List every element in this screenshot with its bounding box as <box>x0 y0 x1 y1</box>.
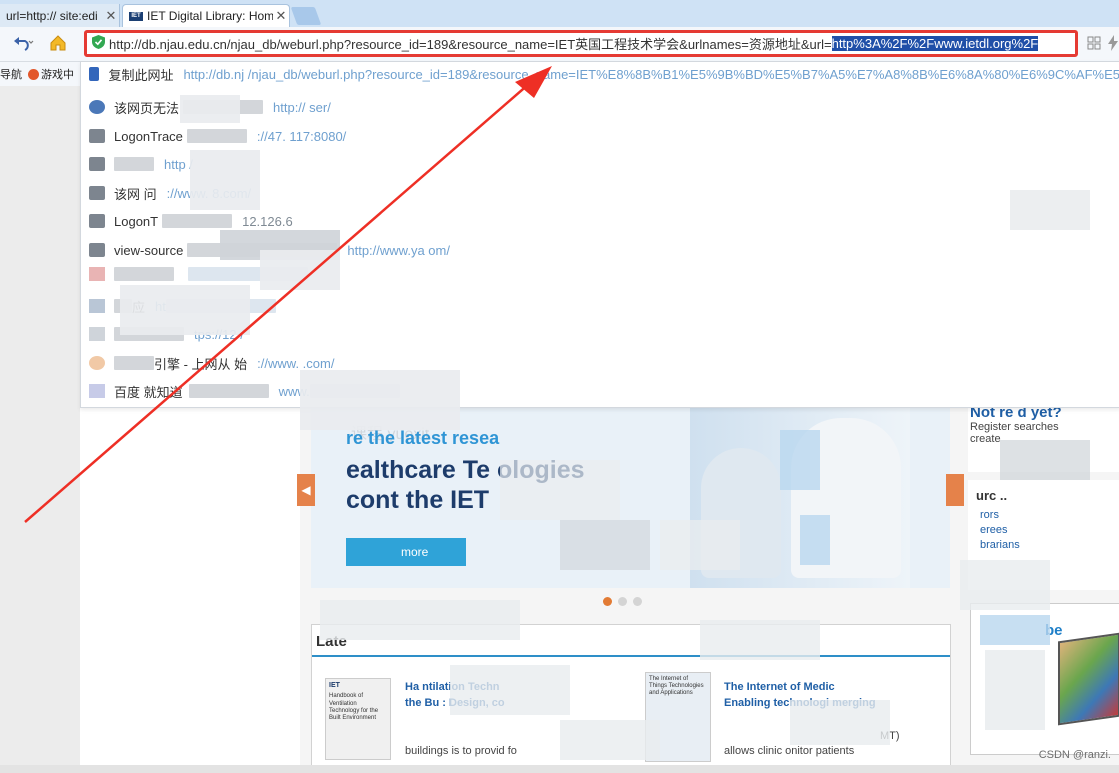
article-description: buildings is to provid fo <box>405 745 517 757</box>
back-icon[interactable] <box>10 33 38 53</box>
cube-graphic <box>1058 632 1119 726</box>
copy-url-value: http://db.nj /njau_db/weburl.php?resourc… <box>183 66 1119 82</box>
register-text: Register searches <box>970 421 1059 433</box>
site-icon <box>89 267 105 281</box>
suggestion-item[interactable] <box>81 262 1119 286</box>
latest-divider <box>312 655 950 657</box>
close-icon[interactable]: ✕ <box>273 8 289 24</box>
carousel-dot[interactable] <box>603 597 612 606</box>
game-icon <box>28 68 39 80</box>
bookmarks-bar: 导航 游戏中 <box>0 62 80 86</box>
copy-url-label: 复制此网址 <box>108 67 174 83</box>
tab-label: url=http:// site:edi <box>6 8 98 23</box>
left-margin <box>0 86 80 766</box>
banner-line-1: re the latest resea <box>346 428 500 448</box>
more-button[interactable]: more <box>346 538 466 566</box>
close-icon[interactable]: ✕ <box>103 8 119 24</box>
search-engine-icon <box>89 356 105 370</box>
book-caption: Handbook of Ventilation Technology for t… <box>329 693 379 721</box>
address-bar[interactable]: http://db.njau.edu.cn/njau_db/weburl.php… <box>84 30 1078 57</box>
site-icon <box>89 299 105 313</box>
book-caption: The Internet of Things Technologies and … <box>649 676 704 697</box>
suggestion-item[interactable]: 引擎 - 上网从 始 ://www. .com/ <box>81 351 1119 375</box>
history-page-icon <box>89 186 105 200</box>
suggestion-item[interactable]: LogonTrace ://47. 117:8080/ <box>81 124 1119 148</box>
article-title[interactable]: The Internet of Medic <box>724 679 835 695</box>
carousel-prev-button[interactable]: ◀ <box>297 474 315 506</box>
tab-iet-digital-library[interactable]: IET IET Digital Library: Hom ✕ <box>122 4 290 27</box>
carousel-dot[interactable] <box>618 597 627 606</box>
book-cover[interactable]: IET Handbook of Ventilation Technology f… <box>325 678 391 760</box>
copy-icon <box>89 67 100 81</box>
site-icon <box>89 327 105 341</box>
grid-icon[interactable] <box>1085 33 1103 53</box>
home-icon[interactable] <box>46 33 70 53</box>
history-page-icon <box>89 129 105 143</box>
iet-favicon-icon: IET <box>129 11 143 21</box>
bookmark-nav[interactable]: 导航 <box>0 66 22 82</box>
tab-search[interactable]: url=http:// site:edi ✕ <box>0 4 120 27</box>
copy-url-row[interactable]: 复制此网址 http://db.nj /njau_db/weburl.php?r… <box>81 62 1119 86</box>
tab-strip: url=http:// site:edi ✕ IET IET Digital L… <box>0 0 1119 27</box>
resource-link-authors[interactable]: rors <box>980 509 1119 521</box>
address-selected-text: http%3A%2F%2Fwww.ietdl.org%2F <box>831 36 1039 51</box>
history-page-icon <box>89 214 105 228</box>
resource-link-librarians[interactable]: brarians <box>980 539 1119 551</box>
carousel-dot[interactable] <box>633 597 642 606</box>
watermark: CSDN @ranzi. <box>1038 749 1111 761</box>
history-page-icon <box>89 243 105 257</box>
resources-heading: urc .. <box>976 488 1008 503</box>
address-text: http://db.njau.edu.cn/njau_db/weburl.php… <box>109 37 832 52</box>
bookmark-games[interactable]: 游戏中 <box>28 66 74 82</box>
article-description: allows clinic onitor patients <box>724 745 855 757</box>
new-tab-button[interactable] <box>290 7 322 25</box>
status-bar <box>0 765 1119 773</box>
baidu-icon <box>89 384 105 398</box>
shield-icon <box>87 35 109 52</box>
history-page-icon <box>89 157 105 171</box>
carousel-next-button[interactable] <box>946 474 964 506</box>
suggestion-item[interactable]: 百度 就知道 www. <box>81 379 1119 403</box>
lightning-icon[interactable] <box>1106 33 1119 53</box>
carousel-dots <box>603 597 642 606</box>
tab-label: IET Digital Library: Hom <box>147 9 273 23</box>
banner-line-3: cont the IET <box>346 486 490 514</box>
resource-link-referees[interactable]: erees <box>980 524 1119 536</box>
globe-icon <box>89 100 105 114</box>
